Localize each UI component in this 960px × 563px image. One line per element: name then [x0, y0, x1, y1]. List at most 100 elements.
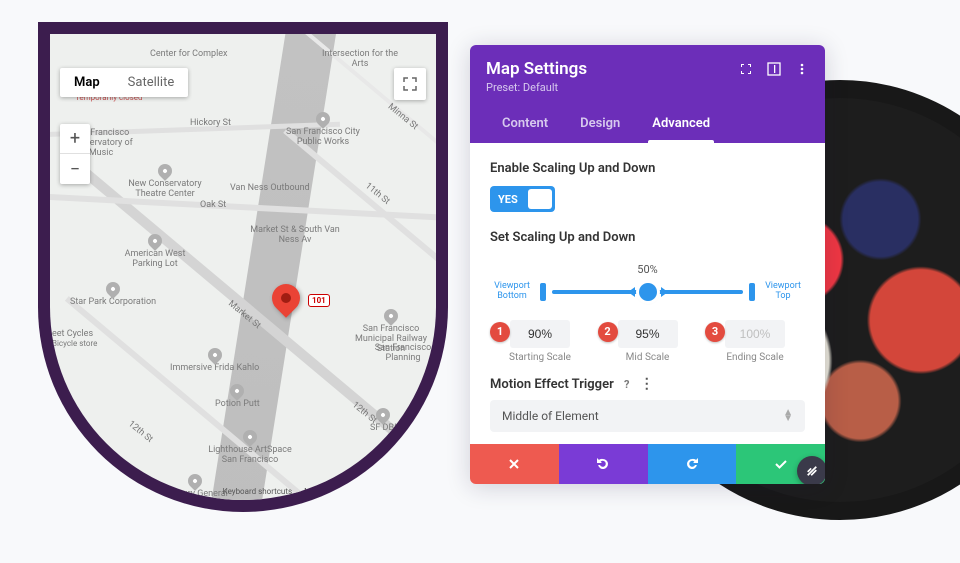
poi-pin-icon [227, 381, 247, 401]
slider-handle-right[interactable] [749, 283, 755, 301]
poi-pin-icon [103, 279, 123, 299]
poi-pin-icon [205, 345, 225, 365]
poi-intersection-arts[interactable]: Intersection for the Arts [315, 50, 405, 70]
poi-label: New Conservatory Theatre Center [120, 180, 210, 200]
poi-sf-dbi[interactable]: SF DBI [370, 408, 397, 434]
poi-lighthouse[interactable]: Lighthouse ArtSpace San Francisco [205, 430, 295, 466]
poi-sublabel: Bicycle store [52, 340, 97, 349]
poi-sf-planning[interactable]: San Francisco Planning [370, 344, 436, 364]
panel-tabs: Content Design Advanced [486, 106, 809, 143]
map-attribution: Keyboard shortcuts Map data © [223, 487, 346, 496]
tab-content[interactable]: Content [486, 106, 564, 143]
help-question-icon[interactable]: ? [620, 377, 634, 391]
map-type-switch[interactable]: Map Satellite [60, 68, 188, 97]
undo-icon [596, 457, 610, 471]
ending-scale-label: Ending Scale [726, 352, 783, 363]
annotation-badge-1: 1 [490, 322, 510, 342]
fullscreen-icon [403, 77, 417, 91]
enable-scaling-toggle[interactable]: YES [490, 186, 555, 212]
poi-label: Immersive Frida Kahlo [170, 364, 259, 374]
poi-pin-icon [240, 427, 260, 447]
slider-handle-left[interactable] [540, 283, 546, 301]
poi-label: Center for Complex [150, 50, 228, 60]
poi-pin-icon [393, 441, 413, 461]
slider-arrow-right-icon [661, 287, 668, 297]
redo-button[interactable] [648, 444, 737, 484]
select-caret-icon: ▲▼ [783, 410, 793, 422]
poi-frida[interactable]: Immersive Frida Kahlo [170, 348, 259, 374]
poi-american-west-parking[interactable]: American West Parking Lot [110, 234, 200, 270]
close-button[interactable] [470, 444, 559, 484]
poi-label: Market St & South Van Ness Av [250, 226, 340, 246]
poi-potion-putt[interactable]: Potion Putt [215, 384, 260, 410]
tab-advanced[interactable]: Advanced [636, 106, 726, 143]
toggle-yes-text: YES [498, 193, 518, 206]
keyboard-shortcuts-link[interactable]: Keyboard shortcuts [223, 487, 292, 496]
motion-trigger-label: Motion Effect Trigger [490, 377, 614, 392]
map-canvas[interactable]: Hickory St Oak St Market St 11th St 12th… [50, 34, 436, 500]
map-type-map[interactable]: Map [60, 68, 114, 97]
slider-label-top: Viewport Top [761, 282, 805, 302]
check-icon [774, 457, 788, 471]
map-type-satellite[interactable]: Satellite [114, 68, 189, 97]
poi-label: Star Park Corporation [70, 298, 156, 308]
annotation-badge-3: 3 [705, 322, 725, 342]
poi-market-south-vanness[interactable]: Market St & South Van Ness Av [250, 226, 340, 246]
poi-pin-icon [145, 231, 165, 251]
expand-icon[interactable] [739, 62, 753, 76]
poi-blue-pe[interactable]: Blue Pe [388, 444, 418, 470]
panel-preset-label[interactable]: Preset: Default [486, 81, 587, 94]
poi-pin-icon [185, 471, 205, 491]
highway-shield-101: 101 [308, 294, 330, 307]
mid-scale-input[interactable] [618, 320, 678, 348]
set-scaling-label: Set Scaling Up and Down [490, 230, 805, 245]
settings-panel: Map Settings Preset: Default Content Des… [470, 45, 825, 484]
poi-pin-icon [155, 161, 175, 181]
street-label-12th-a: 12th St [126, 419, 154, 445]
poi-star-park[interactable]: Star Park Corporation [70, 282, 156, 308]
scale-inputs-row: 1 Starting Scale 2 Mid Scale 3 Ending Sc… [490, 320, 805, 363]
motion-trigger-value: Middle of Element [502, 409, 599, 423]
poi-pin-icon [373, 405, 393, 425]
resize-icon [806, 465, 818, 477]
enable-scaling-label: Enable Scaling Up and Down [490, 161, 805, 176]
slider-arrow-left-icon [628, 287, 635, 297]
motion-trigger-select[interactable]: Middle of Element ▲▼ [490, 400, 805, 432]
starting-scale-input[interactable] [510, 320, 570, 348]
ending-scale-input[interactable] [725, 320, 785, 348]
poi-label: San Francisco Planning [370, 344, 436, 364]
poi-pin-icon [313, 109, 333, 129]
fullscreen-button[interactable] [394, 68, 426, 100]
slider-label-bottom: Viewport Bottom [490, 282, 534, 302]
poi-label: Potion Putt [215, 400, 260, 410]
poi-label: San Francisco City Public Works [278, 128, 368, 148]
more-icon[interactable] [795, 62, 809, 76]
slider-track[interactable] [552, 290, 743, 294]
poi-street-cycles[interactable]: eet CyclesBicycle store [52, 330, 97, 349]
poi-theatre[interactable]: New Conservatory Theatre Center [120, 164, 210, 200]
zoom-out-button[interactable]: − [60, 154, 90, 184]
slider-thumb[interactable] [639, 283, 657, 301]
motion-trigger-more-icon[interactable]: ⋮ [640, 377, 654, 391]
resize-handle[interactable] [797, 456, 825, 484]
panel-title: Map Settings [486, 59, 587, 79]
poi-public-works[interactable]: San Francisco City Public Works [278, 112, 368, 148]
viewport-slider: 50% Viewport Bottom Viewport Top [490, 263, 805, 302]
ending-scale-field: 3 Ending Scale [705, 320, 805, 363]
help-icon[interactable] [767, 62, 781, 76]
poi-van-ness-outbound[interactable]: Van Ness Outbound [230, 184, 310, 194]
zoom-in-button[interactable]: + [60, 124, 90, 154]
poi-label: Blue Pe [388, 460, 418, 470]
redo-icon [685, 457, 699, 471]
tab-design[interactable]: Design [564, 106, 636, 143]
starting-scale-field: 1 Starting Scale [490, 320, 590, 363]
poi-center-complex[interactable]: Center for Complex [150, 50, 228, 60]
panel-header: Map Settings Preset: Default Content Des… [470, 45, 825, 143]
poi-label: SF DBI [370, 424, 397, 434]
poi-label: Van Ness Outbound [230, 184, 310, 194]
map-data-label: Map data © [304, 487, 346, 496]
undo-button[interactable] [559, 444, 648, 484]
poi-pin-icon [381, 306, 401, 326]
poi-label: Intersection for the Arts [315, 50, 405, 70]
annotation-badge-2: 2 [598, 322, 618, 342]
